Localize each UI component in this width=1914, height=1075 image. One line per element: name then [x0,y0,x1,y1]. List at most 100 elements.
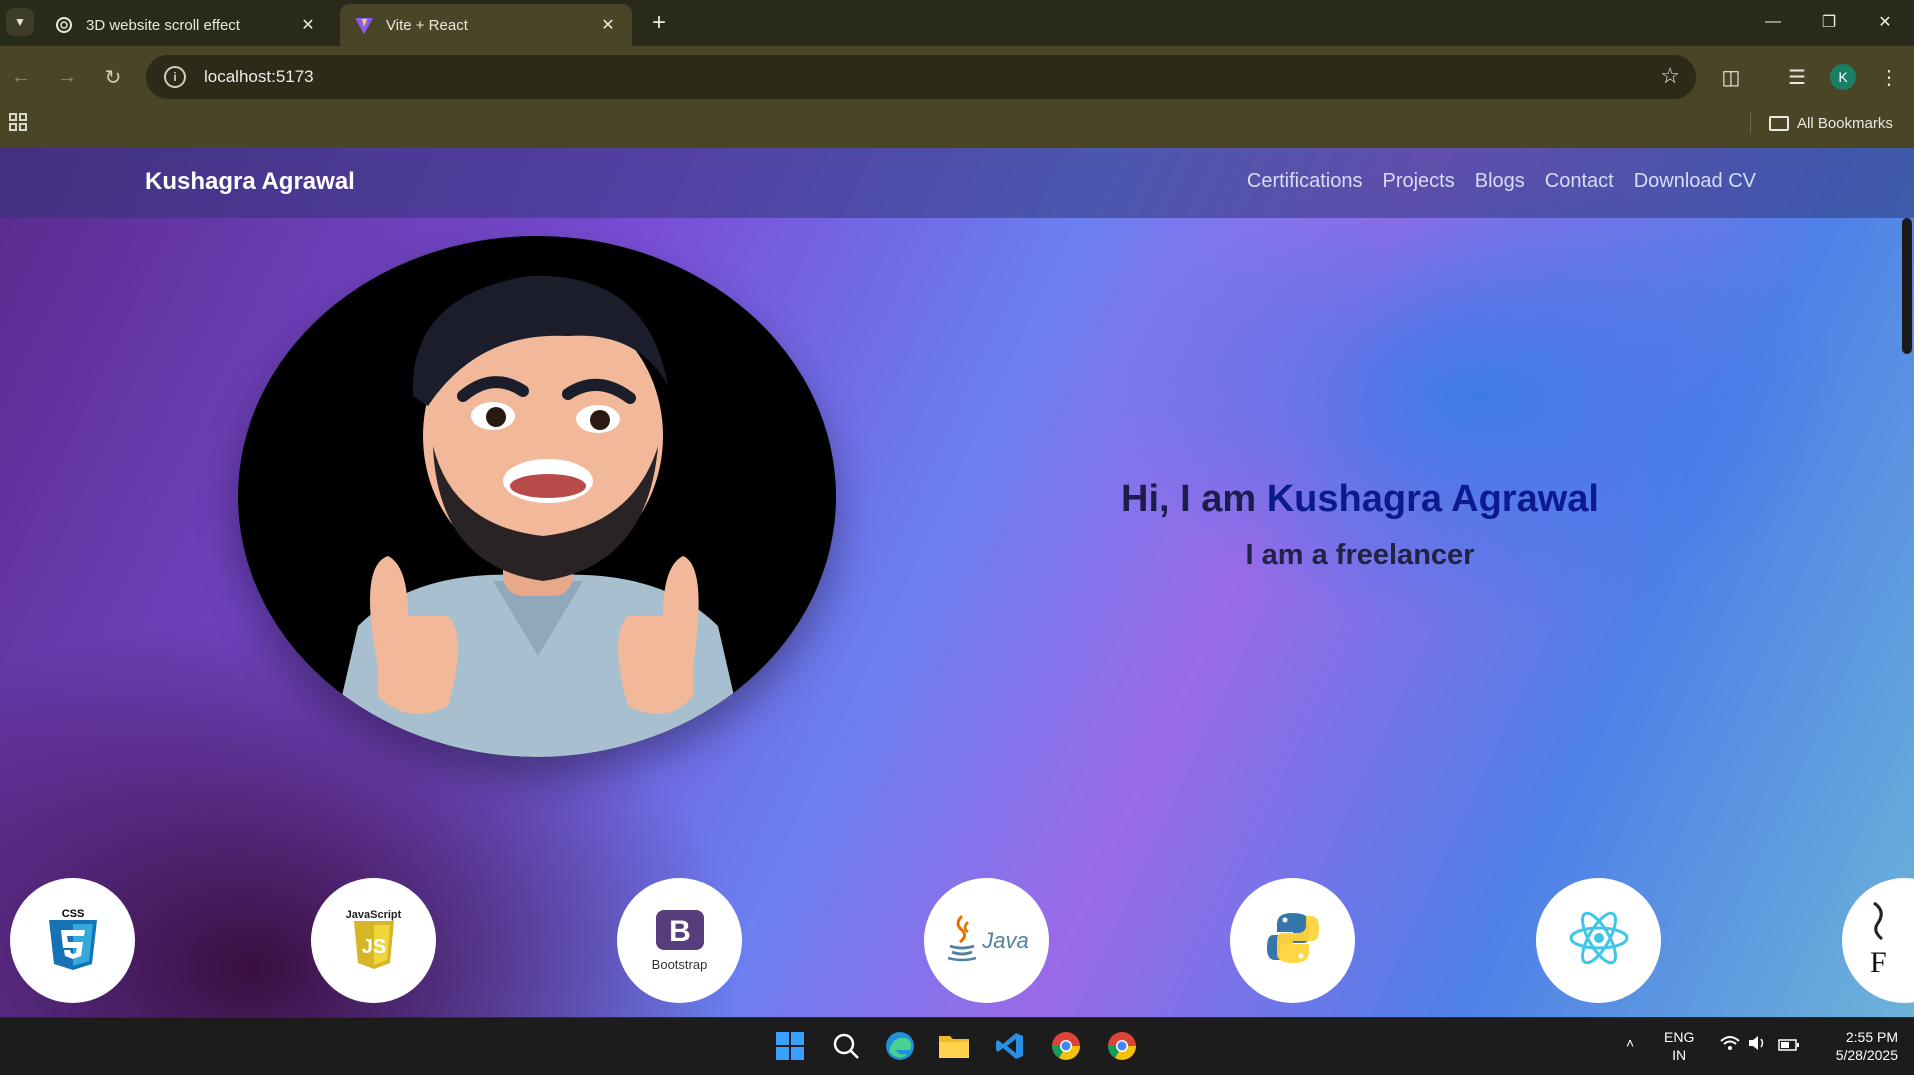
close-icon: ✕ [1878,14,1892,31]
hero-text: Hi, I am Kushagra Agrawal I am a freelan… [1000,478,1720,572]
close-window-button[interactable]: ✕ [1862,6,1908,38]
website-page: Kushagra Agrawal Certifications Projects… [0,148,1914,1017]
puzzle-icon: ◫ [1721,66,1741,89]
edge-icon [884,1030,916,1067]
chrome-taskbar-button[interactable] [1046,1028,1086,1068]
flask-icon [1870,901,1890,946]
skill-python [1230,878,1355,1003]
tab-title: 3D website scroll effect [86,16,240,34]
playlist-icon: ☰ [1788,66,1806,89]
language-indicator[interactable]: ENG IN [1664,1028,1694,1064]
region-text: IN [1672,1047,1687,1063]
search-button[interactable] [826,1028,866,1068]
url-text: localhost:5173 [204,67,314,86]
scrollbar-thumb[interactable] [1902,218,1912,354]
bookmarks-label: All Bookmarks [1797,114,1893,132]
more-vertical-icon: ⋮ [1879,66,1899,89]
vscode-icon [995,1031,1025,1066]
date-text: 5/28/2025 [1835,1047,1898,1063]
menu-button[interactable]: ⋮ [1872,60,1906,94]
nav-link-blogs[interactable]: Blogs [1475,170,1525,193]
volume-icon[interactable] [1748,1035,1768,1055]
new-tab-button[interactable]: + [644,8,674,38]
tab-search-button[interactable]: ▼ [6,8,34,36]
bootstrap-icon: B [655,909,704,955]
start-button[interactable] [770,1028,810,1068]
back-button[interactable]: ← [4,60,38,94]
browser-toolbar: ← → ↻ i localhost:5173 ☆ ◫ ☰ K ⋮ All Boo… [0,46,1914,152]
chrome-icon [1050,1030,1082,1067]
reload-button[interactable]: ↻ [96,60,130,94]
address-bar[interactable]: i localhost:5173 ☆ [146,55,1696,99]
python-icon [1265,910,1321,971]
hero-title: Hi, I am Kushagra Agrawal [1000,478,1720,521]
extensions-button[interactable]: ◫ [1714,60,1748,94]
browser-tab-bar: ▼ 3D website scroll effect ✕ Vite + Reac… [0,0,1914,46]
close-icon[interactable]: ✕ [598,15,618,35]
svg-text:JS: JS [361,936,385,958]
css3-icon: CSS [45,906,101,975]
profile-avatar-image [238,236,836,757]
skill-flask: F [1842,878,1914,1003]
clock[interactable]: 2:55 PM 5/28/2025 [1818,1028,1898,1064]
skill-bootstrap: B Bootstrap [617,878,742,1003]
media-controls-button[interactable]: ☰ [1780,60,1814,94]
arrow-left-icon: ← [11,65,31,88]
windows-logo-icon [775,1031,805,1066]
battery-icon[interactable] [1778,1037,1800,1055]
vscode-taskbar-button[interactable] [990,1028,1030,1068]
close-icon[interactable]: ✕ [298,15,318,35]
all-bookmarks[interactable]: All Bookmarks [1750,112,1893,134]
nav-links: Certifications Projects Blogs Contact Do… [1247,170,1756,193]
minimize-icon: — [1765,13,1781,30]
chrome-icon [1106,1030,1138,1067]
nav-link-projects[interactable]: Projects [1382,170,1454,193]
nav-link-contact[interactable]: Contact [1545,170,1614,193]
windows-taskbar: ˄ ENG IN 2:55 PM 5/28/2025 [0,1017,1914,1075]
hero-subtitle: I am a freelancer [1245,539,1475,571]
restore-button[interactable]: ❐ [1806,6,1852,38]
star-icon[interactable]: ☆ [1660,63,1680,89]
site-info-icon[interactable]: i [164,66,186,88]
restore-icon: ❐ [1821,14,1837,31]
tab-vite-react[interactable]: Vite + React ✕ [340,4,632,46]
search-icon [832,1032,860,1065]
arrow-right-icon: → [57,65,77,88]
forward-button[interactable]: → [50,60,84,94]
chevron-up-icon: ˄ [1626,1035,1635,1051]
vite-favicon-icon [354,15,374,35]
chrome-profile-taskbar-button[interactable] [1102,1028,1142,1068]
skill-javascript: JavaScript JS [311,878,436,1003]
site-brand[interactable]: Kushagra Agrawal [145,168,355,196]
svg-text:B: B [669,915,691,948]
skill-css: CSS [10,878,135,1003]
skill-java: Java [924,878,1049,1003]
skill-react [1536,878,1661,1003]
apps-grid-icon[interactable] [8,112,30,134]
tab-title: Vite + React [386,16,468,34]
skills-row: CSS JavaScript JS B Bootstrap Java F [0,878,1914,1003]
java-label: Java [982,927,1029,953]
folder-icon [1769,115,1789,131]
wifi-icon[interactable] [1720,1035,1740,1055]
hero-greeting: Hi, I am [1121,478,1267,520]
nav-link-download-cv[interactable]: Download CV [1634,170,1756,193]
folder-icon [938,1032,970,1065]
site-navbar: Kushagra Agrawal Certifications Projects… [0,148,1914,218]
react-icon [1567,909,1631,972]
file-explorer-button[interactable] [934,1028,974,1068]
css-logo-text: CSS [61,908,84,920]
hero-name: Kushagra Agrawal [1266,478,1599,520]
profile-avatar[interactable]: K [1830,64,1856,90]
minimize-button[interactable]: — [1750,6,1796,38]
nav-link-certifications[interactable]: Certifications [1247,170,1363,193]
openai-favicon-icon [54,15,74,35]
tab-3d-scroll[interactable]: 3D website scroll effect ✕ [40,4,332,46]
reload-icon: ↻ [104,66,122,89]
show-hidden-icons-button[interactable]: ˄ [1626,1034,1634,1052]
language-text: ENG [1664,1029,1695,1045]
java-icon [944,914,980,967]
javascript-label: JavaScript [345,909,402,921]
javascript-icon: JS [351,921,397,974]
edge-taskbar-button[interactable] [880,1028,920,1068]
